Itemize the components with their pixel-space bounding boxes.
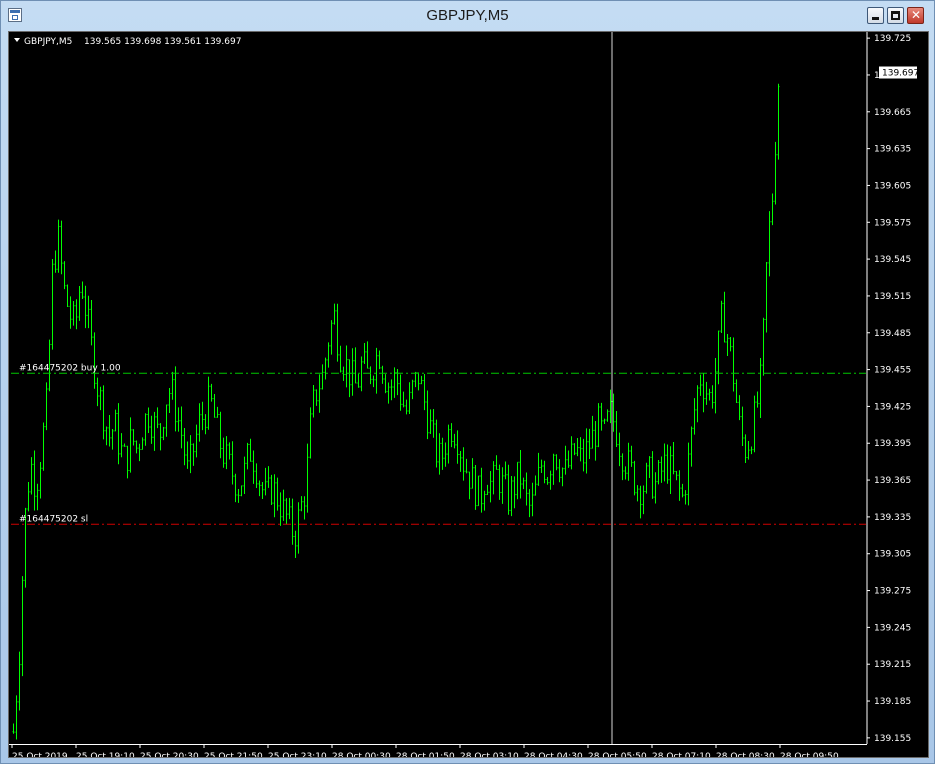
current-price-label: 139.697 bbox=[882, 69, 919, 79]
maximize-button[interactable] bbox=[887, 7, 904, 24]
minimize-button[interactable] bbox=[867, 7, 884, 24]
price-tick-label: 139.305 bbox=[874, 550, 911, 560]
time-tick-label: 28 Oct 08:30 bbox=[716, 752, 775, 757]
chart-symbol: GBPJPY,M5 bbox=[24, 37, 72, 47]
title-bar[interactable]: GBPJPY,M5 ✕ bbox=[1, 1, 934, 31]
maximize-icon bbox=[891, 11, 900, 20]
chart-ohlc: 139.565 139.698 139.561 139.697 bbox=[84, 37, 241, 47]
price-tick-label: 139.515 bbox=[874, 292, 911, 302]
time-tick-label: 28 Oct 01:50 bbox=[396, 752, 455, 757]
price-tick-label: 139.215 bbox=[874, 660, 911, 670]
time-tick-label: 28 Oct 03:10 bbox=[460, 752, 519, 757]
window-title: GBPJPY,M5 bbox=[426, 7, 509, 24]
price-tick-label: 139.245 bbox=[874, 623, 911, 633]
price-tick-label: 139.665 bbox=[874, 108, 911, 118]
time-tick-label: 25 Oct 21:50 bbox=[204, 752, 263, 757]
price-axis: 139.725139.695139.665139.635139.605139.5… bbox=[866, 32, 911, 744]
time-tick-label: 25 Oct 19:10 bbox=[76, 752, 135, 757]
price-chart[interactable]: #164475202 buy 1.00 #164475202 sl GBPJPY… bbox=[9, 32, 928, 757]
time-axis: 25 Oct 2019 25 Oct 19:10 25 Oct 20:30 25 Oc… bbox=[9, 744, 867, 757]
close-button[interactable]: ✕ bbox=[907, 7, 924, 24]
price-tick-label: 139.185 bbox=[874, 697, 911, 707]
price-tick-label: 139.425 bbox=[874, 402, 911, 412]
candles-group bbox=[12, 83, 780, 740]
price-tick-label: 139.455 bbox=[874, 366, 911, 376]
price-tick-label: 139.395 bbox=[874, 439, 911, 449]
buy-order-label: #164475202 buy 1.00 bbox=[19, 363, 121, 373]
price-tick-label: 139.275 bbox=[874, 587, 911, 597]
chart-area[interactable]: #164475202 buy 1.00 #164475202 sl GBPJPY… bbox=[8, 31, 929, 758]
price-tick-label: 139.365 bbox=[874, 476, 911, 486]
dropdown-arrow-icon[interactable] bbox=[14, 38, 20, 42]
time-tick-label: 28 Oct 00:30 bbox=[332, 752, 391, 757]
price-tick-label: 139.605 bbox=[874, 181, 911, 191]
price-tick-label: 139.155 bbox=[874, 734, 911, 744]
time-tick-label: 25 Oct 2019 bbox=[12, 752, 68, 757]
price-tick-label: 139.575 bbox=[874, 218, 911, 228]
close-icon: ✕ bbox=[910, 8, 922, 22]
price-tick-label: 139.635 bbox=[874, 145, 911, 155]
time-tick-label: 28 Oct 05:50 bbox=[588, 752, 647, 757]
minimize-icon bbox=[872, 17, 879, 20]
time-tick-label: 28 Oct 09:50 bbox=[780, 752, 839, 757]
time-tick-label: 28 Oct 04:30 bbox=[524, 752, 583, 757]
price-tick-label: 139.545 bbox=[874, 255, 911, 265]
time-tick-label: 25 Oct 23:10 bbox=[268, 752, 327, 757]
stop-loss-label: #164475202 sl bbox=[19, 514, 88, 524]
time-tick-label: 28 Oct 07:10 bbox=[652, 752, 711, 757]
price-tick-label: 139.725 bbox=[874, 34, 911, 44]
chart-window: GBPJPY,M5 ✕ #164475202 buy 1.00 #1644752… bbox=[0, 0, 935, 764]
price-tick-label: 139.335 bbox=[874, 513, 911, 523]
price-tick-label: 139.485 bbox=[874, 329, 911, 339]
time-tick-label: 25 Oct 20:30 bbox=[140, 752, 199, 757]
